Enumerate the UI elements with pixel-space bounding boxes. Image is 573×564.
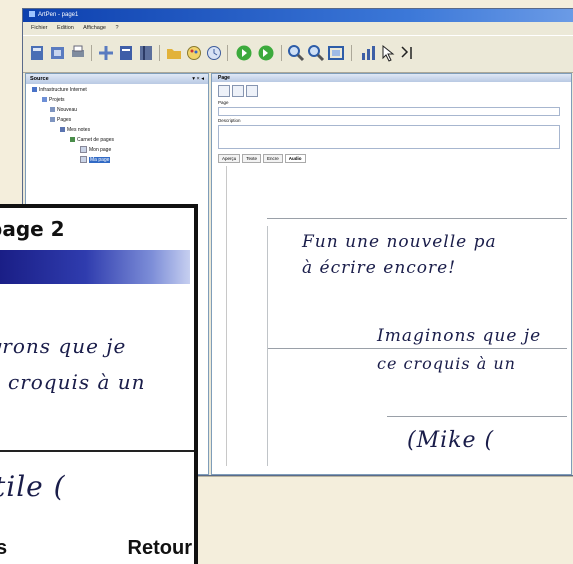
- zoom-out-icon[interactable]: [307, 44, 325, 62]
- palette-icon[interactable]: [185, 44, 203, 62]
- print-icon[interactable]: [69, 44, 87, 62]
- menu-view[interactable]: Affichage: [83, 25, 106, 31]
- page-icon: [80, 156, 87, 164]
- graph-icon[interactable]: [359, 44, 377, 62]
- phone-ink-area[interactable]: yrons que je croquis à un: [0, 286, 194, 456]
- tab-preview[interactable]: Aperçu: [218, 154, 241, 163]
- new-document-icon[interactable]: [29, 44, 47, 62]
- phone-title-band: [0, 250, 190, 284]
- menu-file[interactable]: Fichier: [31, 25, 48, 31]
- source-panel-header: Source ▾ × ◂: [26, 74, 208, 84]
- ruled-line: [267, 348, 567, 349]
- forward-icon[interactable]: [235, 44, 253, 62]
- book-icon[interactable]: [137, 44, 155, 62]
- tree-item[interactable]: Nouveau: [50, 106, 77, 114]
- phone-handwriting-line: yrons que je: [0, 334, 127, 358]
- phone-bottom-area: tile ( s Retour: [0, 452, 194, 564]
- tree-item[interactable]: Pages: [50, 116, 71, 124]
- tree-item[interactable]: Mon page: [80, 146, 111, 154]
- ruled-line: [387, 416, 567, 417]
- page-icon: [80, 146, 87, 154]
- filter-icon: [50, 117, 55, 123]
- panel-controls[interactable]: ▾ × ◂: [192, 74, 204, 84]
- description-label: Description: [218, 118, 241, 123]
- folder-icon: [42, 97, 47, 103]
- back-softkey[interactable]: Retour: [128, 537, 192, 560]
- folder-icon[interactable]: [165, 44, 183, 62]
- document-tabs: Aperçu Texte Encre Audio: [218, 154, 308, 164]
- open-icon[interactable]: [49, 44, 67, 62]
- tree-item-selected[interactable]: Ma page: [80, 156, 111, 164]
- page-name-field[interactable]: [218, 107, 560, 116]
- server-icon: [32, 87, 37, 93]
- toolbar: [23, 35, 573, 73]
- handwriting-line: à écrire encore!: [302, 258, 457, 278]
- title-bar: ArtPen - page1: [23, 9, 573, 22]
- description-field[interactable]: [218, 125, 560, 149]
- document-panel: Page Page Description Aperçu Texte Encre Au…: [211, 73, 572, 475]
- clock-icon[interactable]: [205, 44, 223, 62]
- document-panel-title: Page: [218, 75, 230, 81]
- layout-icon[interactable]: [232, 85, 244, 97]
- tab-audio[interactable]: Audio: [284, 154, 306, 163]
- menu-bar: Fichier Edition Affichage ?: [23, 23, 573, 33]
- tab-text[interactable]: Texte: [242, 154, 262, 163]
- phone-device: page 2 yrons que je croquis à un tile ( …: [0, 204, 198, 564]
- document-panel-header: Page: [212, 74, 571, 82]
- text-cursor-icon[interactable]: [399, 44, 417, 62]
- next-icon[interactable]: [257, 44, 275, 62]
- tree-item[interactable]: Projets: [42, 96, 65, 104]
- pointer-icon[interactable]: [379, 44, 397, 62]
- left-softkey[interactable]: s: [0, 537, 7, 560]
- tree-item[interactable]: Carnet de pages: [70, 136, 114, 144]
- handwriting-line: (Mike (: [407, 428, 495, 453]
- handwriting-line: ce croquis à un: [377, 354, 516, 373]
- tab-ink[interactable]: Encre: [263, 154, 283, 163]
- filter-icon: [50, 107, 55, 113]
- source-panel-title: Source: [30, 76, 49, 82]
- handwriting-line: Fun une nouvelle pa: [302, 232, 497, 252]
- phone-handwriting-line: tile (: [0, 470, 66, 503]
- page-label: Page: [218, 100, 229, 105]
- tree-item[interactable]: Infrastructure Internet: [32, 86, 87, 94]
- fit-icon[interactable]: [327, 44, 345, 62]
- menu-help[interactable]: ?: [115, 25, 118, 31]
- phone-handwriting-line: croquis à un: [8, 370, 146, 394]
- zoom-in-icon[interactable]: [287, 44, 305, 62]
- pages-icon: [70, 137, 75, 143]
- window-title: ArtPen - page1: [38, 12, 79, 18]
- margin-line: [267, 226, 268, 466]
- handwriting-line: Imaginons que je: [377, 326, 542, 346]
- add-icon[interactable]: [97, 44, 115, 62]
- phone-page-title: page 2: [0, 217, 65, 241]
- notebook-icon[interactable]: [117, 44, 135, 62]
- phone-screen: page 2 yrons que je croquis à un tile ( …: [0, 208, 194, 564]
- notebook-icon: [60, 127, 65, 133]
- ink-canvas[interactable]: Fun une nouvelle pa à écrire encore! Ima…: [226, 166, 571, 466]
- menu-edit[interactable]: Edition: [57, 25, 74, 31]
- ruled-line: [267, 218, 567, 219]
- document-toolbar: [218, 84, 260, 97]
- view-icon[interactable]: [218, 85, 230, 97]
- app-icon: [29, 11, 35, 18]
- link-icon[interactable]: [246, 85, 258, 97]
- tree-item[interactable]: Mes notes: [60, 126, 90, 134]
